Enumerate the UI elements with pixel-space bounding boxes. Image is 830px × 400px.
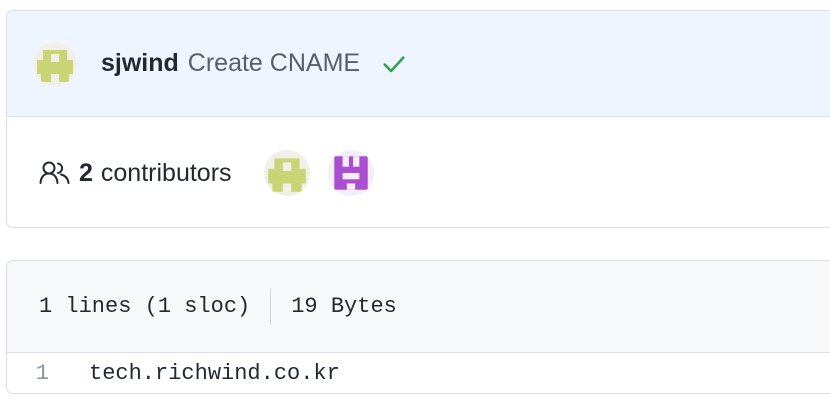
- file-view: 1 lines (1 sloc) 19 Bytes 1 tech.richwin…: [6, 260, 830, 394]
- contributors-count: 2: [79, 158, 93, 187]
- file-lines-info: 1 lines (1 sloc): [39, 294, 251, 319]
- line-code: tech.richwind.co.kr: [89, 360, 340, 386]
- contributor-avatar[interactable]: [327, 150, 374, 196]
- people-icon: [39, 160, 71, 186]
- header-divider: [270, 288, 272, 325]
- check-icon[interactable]: [380, 50, 408, 78]
- file-info-header: 1 lines (1 sloc) 19 Bytes: [7, 261, 830, 353]
- latest-commit-box: sjwind Create CNAME 2 contributors: [6, 10, 830, 228]
- contributors-link[interactable]: 2 contributors: [79, 159, 232, 188]
- contributors-label: contributors: [100, 158, 232, 187]
- commit-author-link[interactable]: sjwind: [101, 49, 179, 78]
- contributor-avatar[interactable]: [263, 150, 310, 196]
- contributors-row: 2 contributors: [7, 117, 830, 227]
- line-number[interactable]: 1: [7, 361, 89, 386]
- commit-message-link[interactable]: Create CNAME: [188, 49, 360, 78]
- commit-header: sjwind Create CNAME: [7, 11, 830, 117]
- contributors-avatars: [263, 150, 374, 196]
- file-size: 19 Bytes: [291, 294, 397, 319]
- code-line: 1 tech.richwind.co.kr: [7, 353, 830, 393]
- author-avatar[interactable]: [33, 41, 77, 86]
